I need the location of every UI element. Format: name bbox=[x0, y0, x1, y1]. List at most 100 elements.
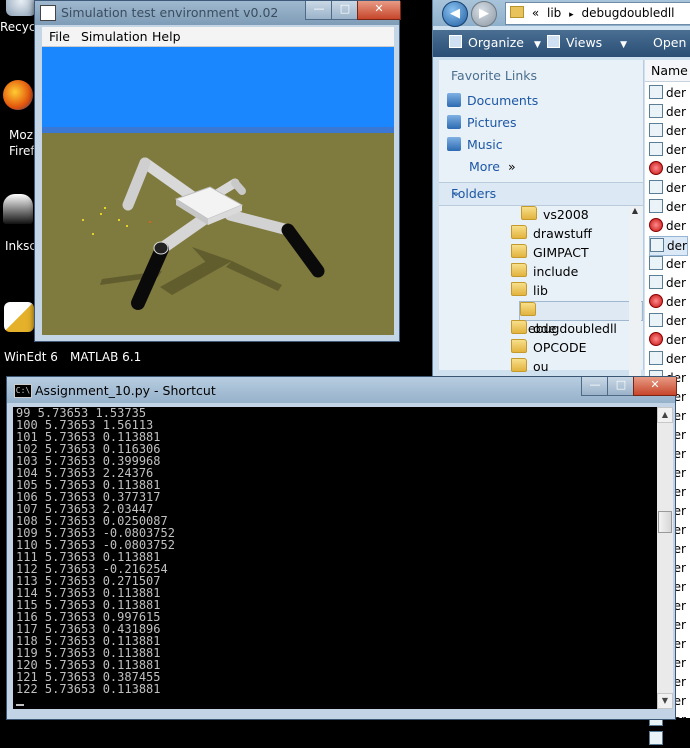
window-title: Assignment_10.py - Shortcut bbox=[35, 383, 216, 398]
views-label: Views bbox=[566, 35, 603, 50]
desktop-icon-firefox[interactable]: Moz Firef bbox=[0, 80, 35, 160]
file-row[interactable]: der bbox=[649, 274, 686, 292]
file-row[interactable]: der bbox=[649, 160, 686, 178]
text-cursor bbox=[13, 695, 657, 707]
console-window[interactable]: C:\ Assignment_10.py - Shortcut — □ ✕ 99… bbox=[6, 376, 677, 720]
tree-item-include[interactable]: include bbox=[511, 263, 578, 281]
menu-bar: File Simulation Help bbox=[42, 27, 394, 47]
window-title: Simulation test environment v0.02 bbox=[61, 5, 279, 20]
simulation-viewport[interactable] bbox=[42, 47, 394, 335]
file-name: der bbox=[666, 105, 686, 119]
tree-item-opcode[interactable]: OPCODE bbox=[511, 339, 586, 357]
console-icon: C:\ bbox=[14, 384, 32, 398]
maximize-icon: □ bbox=[615, 378, 627, 391]
address-bar[interactable]: « lib ▸ debugdoubledll bbox=[505, 2, 690, 25]
file-row[interactable]: der bbox=[649, 198, 686, 216]
file-icon bbox=[649, 218, 663, 232]
file-name: der bbox=[666, 276, 686, 290]
menu-simulation[interactable]: Simulation bbox=[81, 29, 148, 44]
file-icon bbox=[649, 161, 663, 175]
minimize-button[interactable]: — bbox=[305, 1, 333, 20]
file-icon bbox=[649, 199, 663, 213]
desktop-icon-recycle-bin[interactable]: Recycl bbox=[0, 0, 39, 36]
tree-item-ode[interactable]: ode bbox=[511, 320, 556, 338]
scroll-down-icon[interactable]: ▼ bbox=[657, 693, 673, 709]
tree-item-ou[interactable]: ou bbox=[511, 358, 549, 376]
tree-item-vs2008[interactable]: vs2008 bbox=[521, 206, 589, 224]
menu-file[interactable]: File bbox=[49, 29, 70, 44]
console-output[interactable]: 99 5.73653 1.53735 100 5.73653 1.56113 101… bbox=[13, 407, 657, 709]
navigation-pane: Favorite Links Documents Pictures Music … bbox=[439, 60, 644, 428]
back-button[interactable]: ◀ bbox=[442, 1, 468, 27]
folder-icon bbox=[511, 339, 527, 353]
file-row[interactable]: der bbox=[649, 255, 686, 273]
desktop-icon-label: Inksc bbox=[5, 239, 36, 253]
close-button[interactable]: ✕ bbox=[633, 377, 677, 396]
winedt-icon bbox=[4, 302, 34, 332]
file-name: der bbox=[666, 314, 686, 328]
firefox-icon bbox=[3, 80, 33, 110]
forward-button[interactable]: ▶ bbox=[471, 1, 497, 27]
breadcrumb-lib[interactable]: lib bbox=[547, 6, 561, 20]
maximize-button[interactable]: □ bbox=[607, 377, 635, 396]
more-links[interactable]: More » bbox=[469, 159, 516, 174]
sky bbox=[42, 47, 394, 131]
favorite-link-pictures[interactable]: Pictures bbox=[447, 115, 517, 130]
file-row[interactable]: der bbox=[649, 141, 686, 159]
folder-icon bbox=[511, 225, 527, 239]
file-row[interactable]: der bbox=[649, 179, 686, 197]
tree-item-debugdoubledll[interactable]: debugdoubledll bbox=[519, 301, 643, 336]
tree-item-lib[interactable]: lib bbox=[511, 282, 548, 300]
open-button[interactable]: Open bbox=[653, 35, 686, 50]
file-row[interactable]: der bbox=[649, 331, 686, 349]
folder-icon bbox=[521, 206, 537, 220]
scroll-up-icon[interactable]: ▲ bbox=[629, 206, 641, 218]
desktop-icon-inkscape[interactable]: Inksc bbox=[0, 192, 36, 256]
minimize-button[interactable]: — bbox=[581, 377, 609, 396]
file-icon bbox=[650, 238, 664, 252]
folders-header[interactable]: Folders ⌄ bbox=[439, 182, 643, 206]
folder-icon bbox=[511, 263, 527, 277]
explorer-address-bar-area: ◀ ▶ « lib ▸ debugdoubledll bbox=[433, 0, 690, 27]
file-row[interactable]: der bbox=[649, 84, 686, 102]
breadcrumb-debugdoubledll[interactable]: debugdoubledll bbox=[581, 6, 674, 20]
file-row[interactable]: der bbox=[649, 730, 686, 748]
views-button[interactable]: Views ▼ bbox=[547, 35, 627, 50]
tree-item-gimpact[interactable]: GIMPACT bbox=[511, 244, 589, 262]
favorite-links-title: Favorite Links bbox=[451, 68, 538, 83]
file-icon bbox=[649, 332, 663, 346]
double-chevron-icon: » bbox=[507, 159, 516, 174]
file-row[interactable]: der bbox=[649, 103, 686, 121]
minimize-icon: — bbox=[589, 378, 601, 391]
close-button[interactable]: ✕ bbox=[357, 1, 401, 20]
menu-help[interactable]: Help bbox=[152, 29, 181, 44]
favorite-link-documents[interactable]: Documents bbox=[447, 93, 538, 108]
file-row[interactable]: der bbox=[649, 236, 688, 256]
file-row[interactable]: der bbox=[649, 293, 686, 311]
file-icon bbox=[649, 85, 663, 99]
column-header-name[interactable]: Name bbox=[645, 60, 690, 82]
folder-icon bbox=[511, 244, 527, 258]
dropdown-arrow-icon: ▼ bbox=[620, 40, 628, 50]
file-row[interactable]: der bbox=[649, 350, 686, 368]
open-label: Open bbox=[653, 35, 687, 50]
console-scrollbar[interactable]: ▲ ▼ bbox=[657, 407, 673, 709]
favorite-link-music[interactable]: Music bbox=[447, 137, 503, 152]
minimize-icon: — bbox=[313, 2, 325, 15]
file-row[interactable]: der bbox=[649, 217, 686, 235]
file-icon bbox=[649, 104, 663, 118]
ground-plane bbox=[42, 133, 394, 335]
address-overflow[interactable]: « bbox=[532, 6, 539, 20]
simulation-window[interactable]: Simulation test environment v0.02 — □ ✕ … bbox=[34, 0, 401, 342]
organize-button[interactable]: Organize ▼ bbox=[449, 35, 541, 50]
scroll-thumb[interactable] bbox=[658, 511, 672, 533]
desktop-icon-label: WinEdt 6 bbox=[4, 350, 58, 364]
maximize-button[interactable]: □ bbox=[331, 1, 359, 20]
tree-item-label: include bbox=[533, 264, 579, 279]
folder-icon bbox=[511, 358, 527, 372]
file-row[interactable]: der bbox=[649, 312, 686, 330]
scroll-up-icon[interactable]: ▲ bbox=[657, 407, 673, 423]
tree-item-drawstuff[interactable]: drawstuff bbox=[511, 225, 592, 243]
file-row[interactable]: der bbox=[649, 122, 686, 140]
inkscape-icon bbox=[3, 194, 33, 224]
